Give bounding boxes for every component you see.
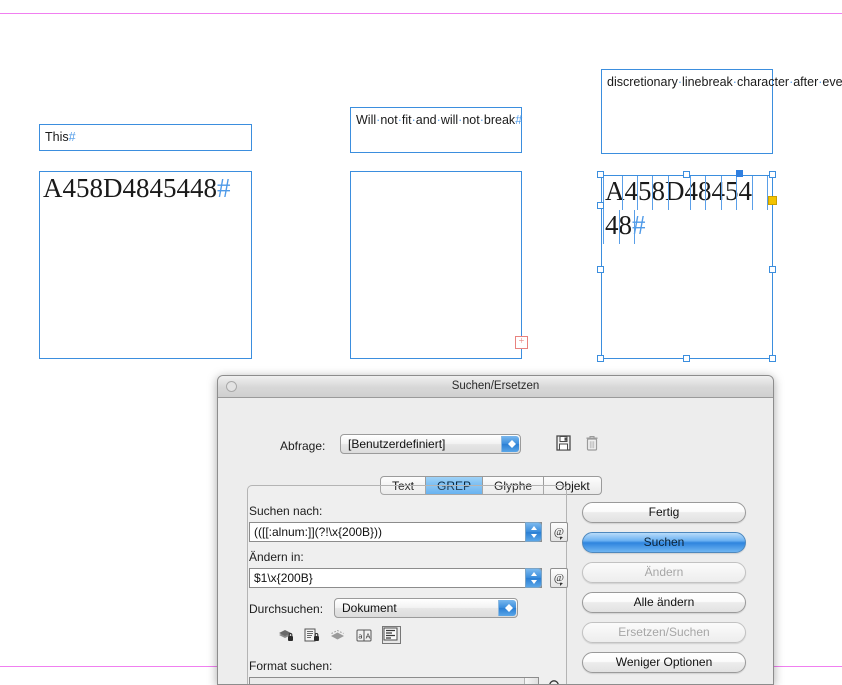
text-frame-this[interactable]: This# [39,124,252,151]
format-find-box[interactable] [249,677,539,684]
selection-handle-bottom-right[interactable] [769,355,776,362]
end-of-story-marker: # [68,130,76,144]
search-scope-value: Dokument [342,601,397,615]
change-find-button: Ersetzen/Suchen [582,622,746,643]
change-to-input[interactable]: $1\x{200B} [249,568,542,588]
at-sign-icon[interactable]: @ [550,522,568,542]
case-sensitive-icon[interactable]: aA [356,628,373,643]
save-icon[interactable] [556,435,571,451]
end-of-story-marker: # [217,173,231,203]
selection-handle-bottom-center[interactable] [683,355,690,362]
text-frame-this-content: This# [45,129,76,146]
discretionary-break-marker [622,176,623,210]
text-run-line1: A458D48454 [605,176,752,206]
search-scope-select[interactable]: Dokument [334,598,518,618]
selection-handle-top-center[interactable] [683,171,690,178]
selection-handle-top-left[interactable] [597,171,604,178]
include-locked-layers-icon[interactable] [278,628,295,643]
change-all-button[interactable]: Alle ändern [582,592,746,613]
text-frame-discretionary-content: discretionary·linebreak·character·after·… [607,75,842,89]
dialog-title-bar[interactable]: Suchen/Ersetzen [218,376,773,398]
text-frame-will-not-fit-content: Will·not·fit·and·will·not·break# [356,113,523,127]
query-select-value: [Benutzerdefiniert] [348,437,446,451]
find-button[interactable]: Suchen [582,532,746,553]
find-history-stepper[interactable] [525,522,542,542]
discretionary-break-marker [690,176,691,210]
change-button: Ändern [582,562,746,583]
search-toggle-row[interactable]: aA [278,626,401,644]
search-scope-label: Durchsuchen: [249,602,324,616]
format-find-label: Format suchen: [249,659,333,673]
include-hidden-layers-icon[interactable] [330,628,347,643]
find-what-input[interactable]: (([[:alnum:]](?!\x{200B})) [249,522,542,542]
selection-handle-middle-left[interactable] [597,202,604,209]
text-frame-will-not-fit[interactable]: Will·not·fit·and·will·not·break# [350,107,522,153]
change-history-stepper[interactable] [525,568,542,588]
dialog-title: Suchen/Ersetzen [451,380,540,392]
discretionary-break-marker [652,176,653,210]
text-frame-discretionary[interactable]: discretionary·linebreak·character·after·… [601,69,842,154]
chevron-updown-icon [501,436,519,452]
format-find-scrollbar[interactable] [524,678,538,684]
change-to-value: $1\x{200B} [254,571,313,585]
trash-icon[interactable] [585,435,599,451]
text-run: A458D4845448 [43,173,217,203]
at-sign-icon[interactable]: @ [550,568,568,588]
discretionary-break-marker [619,210,620,244]
text-frame-a458-selected[interactable]: A458D48454 48# [601,175,773,359]
selection-handle-top-right[interactable] [769,171,776,178]
include-locked-stories-icon[interactable] [304,628,321,643]
overset-glyph: + [518,336,525,347]
text-frame-a458-left-content: A458D4845448# [43,171,231,205]
discretionary-break-marker [634,210,635,244]
find-what-label: Suchen nach: [249,504,323,518]
overset-text-indicator[interactable]: + [515,336,528,349]
svg-text:a: a [358,632,362,640]
selection-handle-top-right-active[interactable] [736,170,743,177]
selection-handle-right-lower[interactable] [769,266,776,273]
query-label: Abfrage: [280,439,326,453]
discretionary-break-marker [603,210,604,244]
margin-guide-top [0,13,842,14]
fewer-options-button[interactable]: Weniger Optionen [582,652,746,673]
discretionary-break-marker [736,176,737,210]
close-icon[interactable] [226,381,237,392]
discretionary-break-marker [637,176,638,210]
change-to-label: Ändern in: [249,550,304,564]
discretionary-break-marker [721,176,722,210]
discretionary-break-marker [752,176,753,210]
text-frame-empty-overset[interactable] [350,171,522,359]
svg-text:A: A [366,632,371,640]
discretionary-break-marker [705,176,706,210]
corner-effects-handle[interactable] [768,196,777,205]
selection-handle-bottom-left[interactable] [597,355,604,362]
chevron-updown-icon [498,600,516,616]
done-button[interactable]: Fertig [582,502,746,523]
find-what-value: (([[:alnum:]](?!\x{200B})) [254,525,383,539]
query-select[interactable]: [Benutzerdefiniert] [340,434,521,454]
whole-word-icon[interactable] [382,626,401,644]
selection-handle-left-lower[interactable] [597,266,604,273]
text-frame-a458-left[interactable]: A458D4845448# [39,171,252,359]
text-run: This [45,130,69,144]
find-change-dialog[interactable]: Suchen/Ersetzen Abfrage: [Benutzerdefini… [217,375,774,685]
discretionary-break-marker [668,176,669,210]
